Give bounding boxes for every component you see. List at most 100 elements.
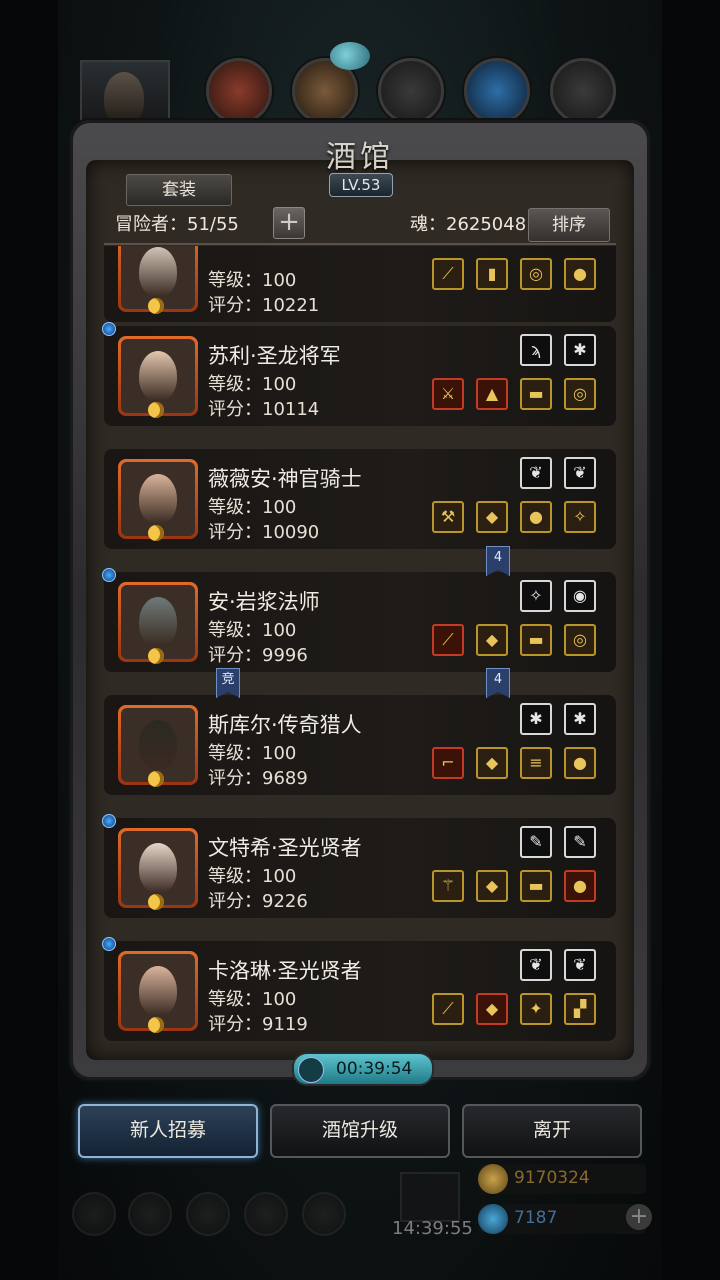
hero-name: 安·岩浆法师 <box>208 590 320 614</box>
ring-icon[interactable]: ◎ <box>520 258 552 290</box>
hero-face <box>139 720 177 770</box>
menu-orb-anvil-icon[interactable] <box>378 58 444 124</box>
hero-face <box>139 966 177 1016</box>
staff-icon[interactable]: ⟋ <box>432 993 464 1025</box>
quill-icon[interactable]: ✎ <box>520 826 552 858</box>
feather-icon[interactable]: ❦ <box>520 457 552 489</box>
hero-card[interactable]: 安·岩浆法师 等级：100 评分：9996 ✧ ◉ ⟋ ◆ ▬ ◎ <box>102 568 616 672</box>
gold-amount: 9170324 <box>514 1168 590 1188</box>
armor-icon[interactable]: ◆ <box>476 624 508 656</box>
hero-face <box>139 597 177 647</box>
quill-icon[interactable]: ✎ <box>564 826 596 858</box>
new-indicator-dot <box>102 322 116 336</box>
gem-amount: 7187 <box>514 1208 558 1228</box>
hero-card[interactable]: 等级：100 评分：10221 ⟋ ▮ ◎ ● <box>104 246 616 322</box>
bird-mascot-icon[interactable] <box>330 42 370 70</box>
cloak-icon[interactable]: ▮ <box>476 258 508 290</box>
bracer-icon[interactable]: ▬ <box>520 624 552 656</box>
recruit-button[interactable]: 新人招募 <box>78 1104 258 1158</box>
staff-icon[interactable]: ⟋ <box>432 258 464 290</box>
shield-icon[interactable]: ◉ <box>564 580 596 612</box>
orb-icon[interactable]: ● <box>564 258 596 290</box>
rank-tag: 竞 <box>216 668 240 698</box>
hero-face <box>139 474 177 524</box>
guild-icon[interactable] <box>128 1192 172 1236</box>
menu-orb-crystal-icon[interactable] <box>464 58 530 124</box>
hero-level: 等级：100 <box>208 743 297 764</box>
hero-card[interactable]: 文特希·圣光贤者 等级：100 评分：9226 ✎ ✎ ⚚ ◆ ▬ ● <box>102 814 616 918</box>
hero-card[interactable]: 苏利·圣龙将军 等级：100 评分：10114 ϡ ✱ ⚔ ▲ ▬ ◎ <box>102 322 616 426</box>
bracer-icon[interactable]: ▬ <box>520 870 552 902</box>
gift-icon[interactable] <box>400 1172 460 1222</box>
belt-icon[interactable]: ≡ <box>520 747 552 779</box>
hero-portrait[interactable] <box>118 336 198 418</box>
hero-portrait[interactable] <box>118 828 198 910</box>
staff-icon[interactable]: ⟋ <box>432 624 464 656</box>
armor-icon[interactable]: ◆ <box>476 870 508 902</box>
hero-portrait[interactable] <box>118 582 198 664</box>
hero-name: 卡洛琳·圣光贤者 <box>208 959 362 983</box>
system-clock: 14:39:55 <box>392 1218 473 1239</box>
add-slot-button[interactable]: + <box>273 207 305 239</box>
ring-icon[interactable]: ◎ <box>564 624 596 656</box>
sort-button[interactable]: 排序 <box>528 208 610 242</box>
sword-icon[interactable]: ⚔ <box>432 378 464 410</box>
scepter-icon[interactable]: ⚚ <box>432 870 464 902</box>
menu-orb-weapons-icon[interactable] <box>206 58 272 124</box>
upgrade-tavern-button[interactable]: 酒馆升级 <box>270 1104 450 1158</box>
robe-icon[interactable]: ▲ <box>476 378 508 410</box>
moon-icon <box>148 894 164 910</box>
hero-face <box>139 247 177 297</box>
shop-icon[interactable] <box>186 1192 230 1236</box>
gold-coin-icon <box>478 1164 508 1194</box>
feather-icon[interactable]: ❦ <box>520 949 552 981</box>
moon-icon <box>148 525 164 541</box>
add-gems-button[interactable]: + <box>626 1204 652 1230</box>
orb-icon[interactable]: ● <box>564 747 596 779</box>
ring-icon[interactable]: ◎ <box>564 378 596 410</box>
hero-level: 等级：100 <box>208 374 297 395</box>
hero-card[interactable]: 斯库尔·传奇猎人 等级：100 评分：9689 ✱ ✱ ⌐ ◆ ≡ ● <box>104 695 616 795</box>
hero-level: 等级：100 <box>208 270 297 291</box>
new-indicator-dot <box>102 937 116 951</box>
hero-portrait[interactable] <box>118 246 198 314</box>
hero-portrait[interactable] <box>118 459 198 541</box>
amulet-icon[interactable]: ✧ <box>564 501 596 533</box>
wand-icon[interactable]: ✦ <box>520 993 552 1025</box>
moon-icon <box>148 648 164 664</box>
settings-icon[interactable] <box>72 1192 116 1236</box>
hero-score: 评分：9226 <box>208 891 308 912</box>
menu-orb-forge-icon[interactable] <box>550 58 616 124</box>
hero-face <box>139 351 177 401</box>
soul-count: 魂：2625048 <box>410 214 527 235</box>
gun-icon[interactable]: ⌐ <box>432 747 464 779</box>
moon-icon <box>148 402 164 418</box>
totem-icon[interactable]: ✱ <box>564 703 596 735</box>
mail-icon[interactable] <box>244 1192 288 1236</box>
hero-list[interactable]: 等级：100 评分：10221 ⟋ ▮ ◎ ● 苏利·圣龙将军 等级：100 评分：10114 ϡ… <box>86 246 634 1046</box>
hero-card[interactable]: 薇薇安·神官骑士 等级：100 评分：10090 ❦ ❦ ⚒ ◆ ● ✧ <box>104 449 616 549</box>
amulet-icon[interactable]: ✧ <box>520 580 552 612</box>
hero-portrait[interactable] <box>118 705 198 787</box>
moon-icon <box>148 1017 164 1033</box>
orb-icon[interactable]: ● <box>520 501 552 533</box>
hero-card[interactable]: 卡洛琳·圣光贤者 等级：100 评分：9119 ❦ ❦ ⟋ ◆ ✦ ▞ <box>102 937 616 1041</box>
hero-level: 等级：100 <box>208 866 297 887</box>
armor-icon[interactable]: ◆ <box>476 501 508 533</box>
claw-icon[interactable]: ϡ <box>520 334 552 366</box>
boots-icon[interactable]: ▞ <box>564 993 596 1025</box>
event-icon[interactable] <box>302 1192 346 1236</box>
orb-icon[interactable]: ● <box>564 870 596 902</box>
totem-icon[interactable]: ✱ <box>520 703 552 735</box>
feather-icon[interactable]: ❦ <box>564 457 596 489</box>
totem-icon[interactable]: ✱ <box>564 334 596 366</box>
hero-portrait[interactable] <box>118 951 198 1033</box>
feather-icon[interactable]: ❦ <box>564 949 596 981</box>
leave-button[interactable]: 离开 <box>462 1104 642 1158</box>
armor-icon[interactable]: ◆ <box>476 747 508 779</box>
armor-icon[interactable]: ◆ <box>476 993 508 1025</box>
bracer-icon[interactable]: ▬ <box>520 378 552 410</box>
tavern-level-badge: LV.53 <box>329 173 393 197</box>
suit-button[interactable]: 套装 <box>126 174 232 206</box>
hammer-icon[interactable]: ⚒ <box>432 501 464 533</box>
